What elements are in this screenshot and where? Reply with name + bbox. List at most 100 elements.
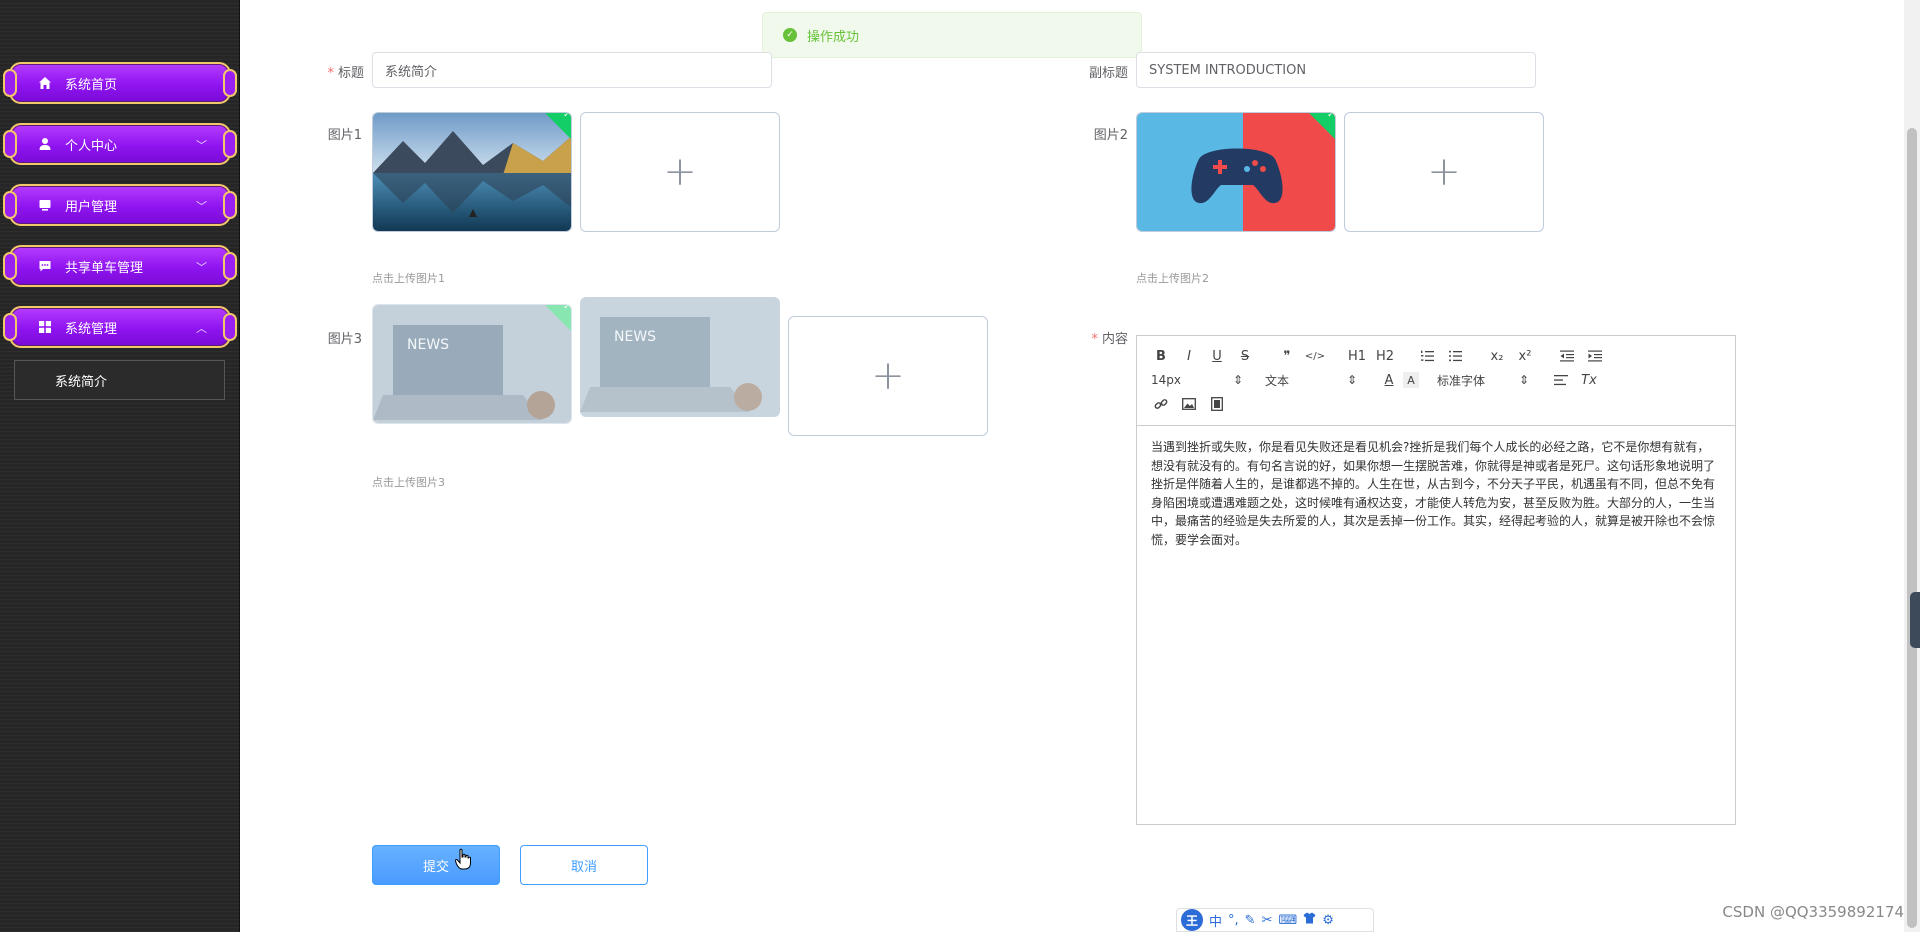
home-icon	[37, 75, 53, 91]
font-family-select[interactable]: 标准字体 ⇕	[1433, 368, 1533, 392]
select-arrows-icon: ⇕	[1346, 373, 1357, 387]
quote-button[interactable]: ❞	[1273, 344, 1301, 368]
svg-text:NEWS: NEWS	[614, 329, 656, 345]
h1-button[interactable]: H1	[1343, 344, 1371, 368]
svg-text:NEWS: NEWS	[407, 337, 449, 353]
menu-knob-right	[223, 69, 237, 97]
menu-knob-left	[3, 69, 17, 97]
monitor-icon	[37, 197, 53, 213]
user-icon	[37, 136, 53, 152]
watermark: CSDN @QQ3359892174	[1722, 903, 1904, 921]
ime-logo[interactable]: 王	[1181, 909, 1203, 931]
superscript-button[interactable]: x²	[1511, 344, 1539, 368]
image-icon[interactable]	[1175, 392, 1203, 416]
required-mark: *	[1091, 332, 1098, 347]
font-size-select[interactable]: 14px ⇕	[1147, 368, 1247, 392]
subtitle-input[interactable]: SYSTEM INTRODUCTION	[1136, 52, 1536, 88]
gear-icon[interactable]: ⚙	[1322, 913, 1334, 928]
pic1-tip: 点击上传图片1	[372, 272, 445, 285]
editor-content[interactable]: 当遇到挫折或失败，你是看见失败还是看见机会?挫折是我们每个人成长的必经之路，它不…	[1137, 426, 1735, 561]
cancel-button[interactable]: 取消	[520, 845, 648, 885]
ime-toolbar: 王 中 °, ✎ ✂ ⌨ ⚙	[1176, 908, 1374, 932]
menu-knob-right	[223, 130, 237, 158]
sidebar-item-profile[interactable]: 个人中心 ﹀	[3, 123, 237, 165]
news-laptop-image: NEWS	[373, 305, 571, 423]
sidebar-item-bikes[interactable]: 共享单车管理 ﹀	[3, 245, 237, 287]
sidebar-item-users[interactable]: 用户管理 ﹀	[3, 184, 237, 226]
sidebar: 系统首页 个人中心 ﹀ 用户管理 ﹀ 共享单车管理 ﹀ 系统管理 ︿ 系统简介	[0, 0, 240, 932]
pic1-thumbnail[interactable]	[372, 112, 572, 232]
side-drawer-handle[interactable]	[1910, 592, 1920, 648]
keyboard-icon[interactable]: ⌨	[1278, 913, 1297, 928]
menu-knob-left	[3, 130, 17, 158]
menu-knob-right	[223, 191, 237, 219]
submit-button[interactable]: 提交	[372, 845, 500, 885]
check-circle-icon: ✓	[783, 28, 797, 42]
shirt-icon[interactable]	[1303, 912, 1316, 928]
subscript-button[interactable]: x₂	[1483, 344, 1511, 368]
ime-punctuation[interactable]: °,	[1228, 913, 1239, 928]
link-icon[interactable]	[1147, 392, 1175, 416]
required-mark: *	[327, 66, 334, 81]
submenu-item-system-intro[interactable]: 系统简介	[14, 360, 225, 400]
pic2-tip: 点击上传图片2	[1136, 272, 1209, 285]
success-toast: ✓ 操作成功	[762, 12, 1142, 58]
underline-button[interactable]: U	[1203, 344, 1231, 368]
pic3-tip: 点击上传图片3	[372, 476, 445, 489]
menu-knob-right	[223, 252, 237, 280]
pic1-upload-button[interactable]: +	[580, 112, 780, 232]
h2-button[interactable]: H2	[1371, 344, 1399, 368]
sidebar-item-system[interactable]: 系统管理 ︿	[3, 306, 237, 348]
menu-knob-right	[223, 313, 237, 341]
header-select[interactable]: 文本 ⇕	[1261, 368, 1361, 392]
code-block-button[interactable]: </>	[1301, 344, 1329, 368]
sidebar-item-label: 用户管理	[65, 199, 118, 215]
clean-format-button[interactable]: Tx	[1575, 368, 1603, 392]
mountain-lake-image	[373, 113, 571, 231]
select-arrows-icon: ⇕	[1232, 373, 1243, 387]
ordered-list-icon[interactable]	[1413, 344, 1441, 368]
pic3-upload-button[interactable]: +	[788, 316, 988, 436]
sidebar-item-label: 系统首页	[65, 77, 118, 93]
content-label: * 内容	[1091, 332, 1128, 347]
pic2-label: 图片2	[1093, 128, 1128, 143]
sidebar-item-label: 个人中心	[65, 138, 118, 154]
menu-knob-left	[3, 252, 17, 280]
hand-cursor-icon	[455, 848, 471, 870]
italic-button[interactable]: I	[1175, 344, 1203, 368]
pic1-label: 图片1	[327, 128, 362, 143]
select-arrows-icon: ⇕	[1518, 373, 1529, 387]
sidebar-item-home[interactable]: 系统首页	[3, 62, 237, 104]
chevron-up-icon: ︿	[196, 322, 207, 335]
menu-knob-left	[3, 191, 17, 219]
font-color-icon[interactable]: A	[1375, 368, 1403, 392]
rich-text-editor: B I U S ❞ </> H1 H2 x₂ x² 14px ⇕ 文本 ⇕ A …	[1136, 335, 1736, 825]
chevron-down-icon: ﹀	[196, 139, 207, 152]
scrollbar-thumb[interactable]	[1907, 128, 1917, 928]
chevron-down-icon: ﹀	[196, 200, 207, 213]
pic2-thumbnail[interactable]	[1136, 112, 1336, 232]
sidebar-item-label: 共享单车管理	[65, 260, 144, 276]
bold-button[interactable]: B	[1147, 344, 1175, 368]
toast-text: 操作成功	[807, 29, 860, 45]
gamepad-image	[1137, 113, 1335, 231]
pic2-upload-button[interactable]: +	[1344, 112, 1544, 232]
outdent-icon[interactable]	[1553, 344, 1581, 368]
strike-button[interactable]: S	[1231, 344, 1259, 368]
pic3-thumbnail-1[interactable]: NEWS	[372, 304, 572, 424]
chevron-down-icon: ﹀	[196, 261, 207, 274]
menu-knob-left	[3, 313, 17, 341]
align-icon[interactable]	[1547, 368, 1575, 392]
page-scrollbar[interactable]	[1904, 0, 1920, 932]
message-icon	[37, 258, 53, 274]
title-input[interactable]: 系统简介	[372, 52, 772, 88]
pen-icon[interactable]: ✎	[1245, 913, 1256, 928]
bullet-list-icon[interactable]	[1441, 344, 1469, 368]
video-icon[interactable]	[1203, 392, 1231, 416]
indent-icon[interactable]	[1581, 344, 1609, 368]
scissors-icon[interactable]: ✂	[1262, 913, 1273, 928]
background-color-icon[interactable]: A	[1403, 372, 1419, 388]
ime-chinese-mode[interactable]: 中	[1209, 911, 1222, 930]
sidebar-item-label: 系统管理	[65, 321, 118, 337]
pic3-thumbnail-dragging[interactable]: NEWS	[580, 297, 780, 417]
